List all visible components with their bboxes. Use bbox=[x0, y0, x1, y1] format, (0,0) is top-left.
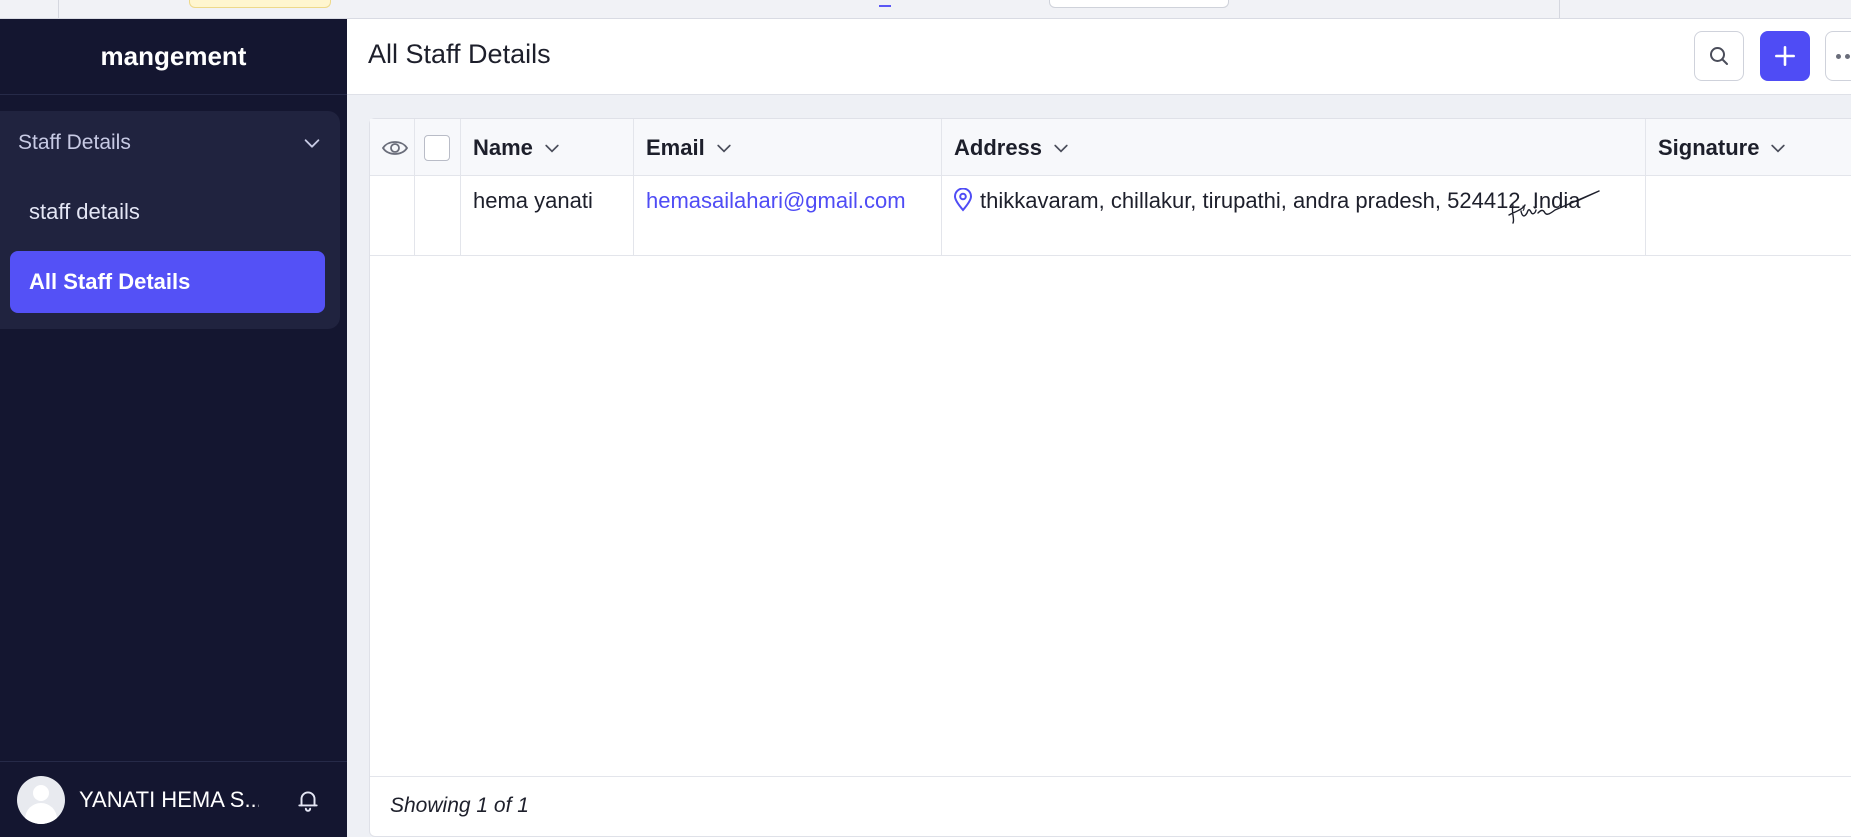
add-button[interactable] bbox=[1760, 31, 1810, 81]
column-header-signature[interactable]: Signature bbox=[1658, 119, 1788, 176]
page-header: All Staff Details bbox=[347, 19, 1851, 95]
cell-name: hema yanati bbox=[473, 188, 593, 213]
table-row[interactable]: hema yanati hemasailahari@gmail.com thik… bbox=[370, 176, 1851, 256]
browser-address-pill[interactable] bbox=[1049, 0, 1229, 8]
brand-title: mangement bbox=[0, 19, 347, 95]
cell-address-text: thikkavaram, chillakur, tirupathi, andra… bbox=[980, 188, 1581, 213]
column-header-address[interactable]: Address bbox=[954, 119, 1071, 176]
chevron-down-icon bbox=[545, 144, 559, 153]
column-header-email[interactable]: Email bbox=[646, 119, 734, 176]
user-profile-bar[interactable]: YANATI HEMA S... bbox=[0, 761, 347, 837]
strip-divider bbox=[1559, 0, 1560, 18]
sidebar-item-staff-details[interactable]: staff details bbox=[10, 181, 325, 243]
sidebar-item-label: staff details bbox=[29, 199, 140, 224]
sidebar-item-label: All Staff Details bbox=[29, 269, 191, 294]
column-header-name[interactable]: Name bbox=[473, 119, 562, 176]
avatar[interactable] bbox=[17, 775, 65, 824]
cell-email-link[interactable]: hemasailahari@gmail.com bbox=[646, 188, 906, 214]
map-pin-icon bbox=[953, 188, 973, 212]
browser-tab-pill[interactable] bbox=[189, 0, 331, 8]
plus-icon bbox=[1775, 46, 1795, 66]
table-header: Name Email Address Signature bbox=[370, 119, 1851, 176]
column-header-label: Name bbox=[473, 134, 533, 160]
strip-divider bbox=[58, 0, 59, 18]
bell-icon[interactable] bbox=[295, 787, 321, 813]
column-header-label: Email bbox=[646, 134, 705, 160]
nav-group-label: Staff Details bbox=[18, 131, 131, 154]
pagination-status: Showing 1 of 1 bbox=[390, 794, 529, 817]
browser-top-strip bbox=[0, 0, 1851, 19]
sidebar-item-all-staff-details[interactable]: All Staff Details bbox=[10, 251, 325, 313]
chevron-down-icon bbox=[1771, 144, 1786, 153]
search-icon bbox=[1710, 47, 1728, 65]
column-header-label: Address bbox=[954, 134, 1043, 160]
table-footer: Showing 1 of 1 bbox=[370, 776, 1851, 836]
strip-indicator bbox=[879, 5, 891, 7]
page-title: All Staff Details bbox=[368, 39, 551, 69]
more-button[interactable] bbox=[1825, 31, 1851, 81]
staff-table-card: Name Email Address Signature hema yanati… bbox=[369, 118, 1851, 837]
nav-group-staff-details: Staff Details staff details All Staff De… bbox=[0, 111, 340, 329]
signature-image[interactable] bbox=[1505, 183, 1605, 229]
search-button[interactable] bbox=[1694, 31, 1744, 81]
nav-group-header[interactable]: Staff Details bbox=[18, 125, 323, 161]
sidebar: mangement Staff Details staff details Al… bbox=[0, 19, 347, 837]
chevron-down-icon bbox=[304, 139, 320, 148]
select-all-checkbox[interactable] bbox=[424, 135, 450, 161]
chevron-down-icon bbox=[717, 144, 731, 153]
user-name: YANATI HEMA S... bbox=[79, 786, 259, 812]
column-header-label: Signature bbox=[1658, 134, 1760, 160]
chevron-down-icon bbox=[1054, 144, 1068, 153]
eye-icon[interactable] bbox=[381, 135, 409, 161]
